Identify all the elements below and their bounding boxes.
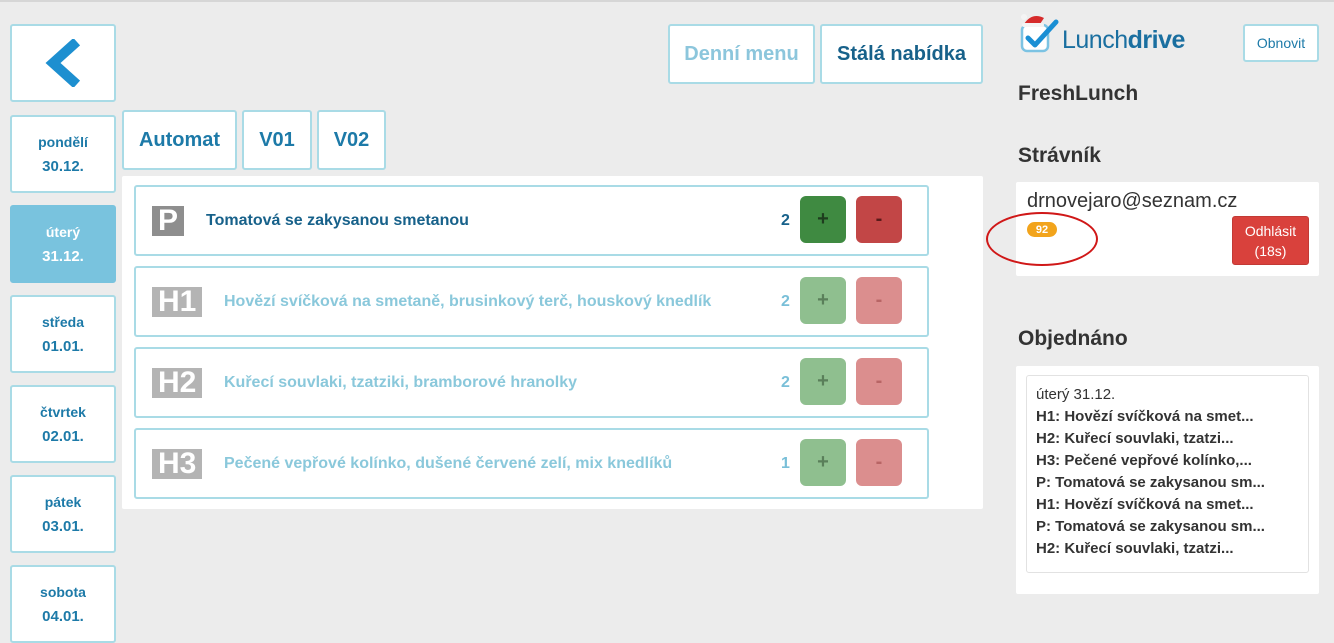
item-count: 1 [781,455,790,472]
day-name: úterý [45,223,81,240]
orders-list: úterý 31.12. H1: Hovězí svíčková na smet… [1026,375,1309,573]
order-line: P: Tomatová se zakysanou sm... [1036,518,1265,535]
order-line: H1: Hovězí svíčková na smet... [1036,408,1254,425]
item-name: Kuřecí souvlaki, tzatziki, bramborové hr… [224,374,577,391]
day-date: 30.12. [42,157,84,175]
order-line: H3: Pečené vepřové kolínko,... [1036,452,1252,469]
orders-card: úterý 31.12. H1: Hovězí svíčková na smet… [1016,366,1319,594]
day-date: 31.12. [42,247,84,265]
menu-item-row[interactable]: H2 Kuřecí souvlaki, tzatziki, bramborové… [134,347,929,418]
permanent-offer-button[interactable]: Stálá nabídka [820,24,983,84]
item-name: Tomatová se zakysanou smetanou [206,212,469,229]
menu-item-row[interactable]: P Tomatová se zakysanou smetanou 2 + - [134,185,929,256]
orders-heading: Objednáno [1018,327,1128,350]
item-code-badge: H2 [152,368,203,398]
item-name: Hovězí svíčková na smetaně, brusinkový t… [224,293,712,310]
order-line: H1: Hovězí svíčková na smet... [1036,496,1254,513]
logout-timer: (18s) [1254,242,1287,259]
add-button[interactable]: + [800,358,846,405]
santa-hat-icon [1021,14,1044,27]
user-email: drnovejaro@seznam.cz [1027,190,1238,212]
tab-v02[interactable]: V02 [317,110,386,170]
item-code-badge: H1 [152,287,203,317]
day-date: 02.01. [42,427,84,445]
day-thursday[interactable]: čtvrtek 02.01. [10,385,116,463]
day-name: pátek [44,493,82,510]
logout-button[interactable]: Odhlásit (18s) [1232,216,1309,265]
chevron-left-icon [45,39,81,87]
remove-button[interactable]: - [856,358,902,405]
order-date: úterý 31.12. [1036,386,1116,403]
logo-text: Lunchdrive [1062,26,1185,54]
top-divider [0,0,1334,2]
canteen-name: FreshLunch [1018,82,1139,105]
refresh-button[interactable]: Obnovit [1243,24,1319,62]
logout-label: Odhlásit [1244,222,1297,239]
day-tuesday[interactable]: úterý 31.12. [10,205,116,283]
add-button[interactable]: + [800,277,846,324]
menu-item-row[interactable]: H1 Hovězí svíčková na smetaně, brusinkov… [134,266,929,337]
day-saturday[interactable]: sobota 04.01. [10,565,116,643]
day-friday[interactable]: pátek 03.01. [10,475,116,553]
day-name: pondělí [38,133,88,150]
add-button[interactable]: + [800,439,846,486]
item-code-badge: H3 [152,449,203,479]
item-code-badge: P [152,206,185,236]
item-count: 2 [781,293,790,310]
remove-button[interactable]: - [856,196,902,243]
tab-automat[interactable]: Automat [122,110,237,170]
day-date: 03.01. [42,517,84,535]
order-line: H2: Kuřecí souvlaki, tzatzi... [1036,540,1234,557]
add-button[interactable]: + [800,196,846,243]
day-name: čtvrtek [40,403,86,420]
order-line: P: Tomatová se zakysanou sm... [1036,474,1265,491]
menu-item-row[interactable]: H3 Pečené vepřové kolínko, dušené červen… [134,428,929,499]
back-button[interactable] [10,24,116,102]
item-name: Pečené vepřové kolínko, dušené červené z… [224,455,673,472]
diner-heading: Strávník [1018,144,1101,167]
remove-button[interactable]: - [856,277,902,324]
daily-menu-button[interactable]: Denní menu [668,24,815,84]
item-count: 2 [781,212,790,229]
menu-panel: P Tomatová se zakysanou smetanou 2 + - H… [122,176,983,509]
day-monday[interactable]: pondělí 30.12. [10,115,116,193]
tab-v01[interactable]: V01 [242,110,312,170]
day-name: středa [41,313,85,330]
day-date: 01.01. [42,337,84,355]
day-name: sobota [40,583,86,600]
day-date: 04.01. [42,607,84,625]
annotation-circle [986,212,1098,266]
remove-button[interactable]: - [856,439,902,486]
order-line: H2: Kuřecí souvlaki, tzatzi... [1036,430,1234,447]
item-count: 2 [781,374,790,391]
day-wednesday[interactable]: středa 01.01. [10,295,116,373]
